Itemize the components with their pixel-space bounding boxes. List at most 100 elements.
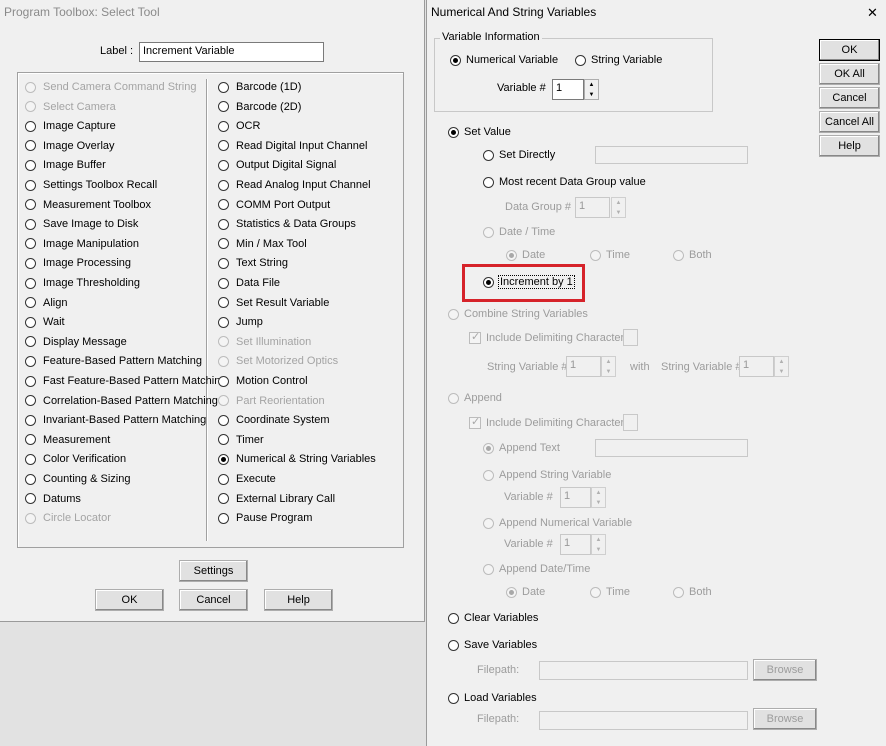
ok-button[interactable]: OK (95, 589, 164, 611)
tool-item[interactable]: Motion Control (218, 375, 308, 387)
clear-variables-radio[interactable]: Clear Variables (448, 610, 538, 626)
label-input[interactable]: Increment Variable (139, 42, 324, 62)
tool-item[interactable]: Display Message (25, 336, 127, 348)
tool-item[interactable]: Wait (25, 316, 65, 328)
tool-item[interactable]: Part Reorientation (218, 395, 325, 407)
tool-item[interactable]: Align (25, 297, 67, 309)
tool-item[interactable]: Timer (218, 434, 264, 446)
append-sv-num-spinner[interactable]: ▲ ▼ (591, 487, 606, 508)
append-include-delim-checkbox[interactable]: Include Delimiting Character (469, 415, 624, 431)
tool-item[interactable]: Image Capture (25, 120, 116, 132)
combine-string-radio[interactable]: Combine String Variables (448, 306, 588, 322)
increment-by-1-radio[interactable]: Increment by 1 (483, 274, 575, 290)
tool-item[interactable]: Settings Toolbox Recall (25, 179, 157, 191)
tool-item[interactable]: Save Image to Disk (25, 218, 138, 230)
tool-item[interactable]: Output Digital Signal (218, 159, 336, 171)
spin-up-icon[interactable]: ▲ (592, 488, 605, 498)
cancel-button[interactable]: Cancel (179, 589, 248, 611)
spin-up-icon[interactable]: ▲ (585, 80, 598, 90)
save-browse-button[interactable]: Browse (753, 659, 817, 681)
tool-item[interactable]: Pause Program (218, 512, 312, 524)
data-group-spinner[interactable]: ▲ ▼ (611, 197, 626, 218)
append-date-radio[interactable]: Date (506, 584, 545, 600)
tool-item[interactable]: OCR (218, 120, 260, 132)
tool-item[interactable]: Jump (218, 316, 263, 328)
tool-item[interactable]: Coordinate System (218, 414, 330, 426)
spin-up-icon[interactable]: ▲ (612, 198, 625, 208)
load-browse-button[interactable]: Browse (753, 708, 817, 730)
string-variable-radio[interactable]: String Variable (575, 52, 662, 68)
time-radio[interactable]: Time (590, 247, 630, 263)
spin-down-icon[interactable]: ▼ (775, 367, 788, 377)
tool-item[interactable]: Set Result Variable (218, 297, 329, 309)
append-both-radio[interactable]: Both (673, 584, 712, 600)
ok-all-button[interactable]: OK All (819, 63, 880, 85)
tool-item[interactable]: Min / Max Tool (218, 238, 307, 250)
string-var-spinner-b[interactable]: ▲ ▼ (774, 356, 789, 377)
tool-item[interactable]: Send Camera Command String (25, 81, 196, 93)
spin-up-icon[interactable]: ▲ (775, 357, 788, 367)
tool-item[interactable]: Select Camera (25, 101, 116, 113)
tool-item[interactable]: Data File (218, 277, 280, 289)
tool-item[interactable]: Image Buffer (25, 159, 106, 171)
tool-item[interactable]: Numerical & String Variables (218, 453, 376, 465)
tool-item[interactable]: Invariant-Based Pattern Matching (25, 414, 206, 426)
variable-num-field[interactable]: 1 (552, 79, 584, 100)
append-radio[interactable]: Append (448, 390, 502, 406)
append-date-time-radio[interactable]: Append Date/Time (483, 561, 590, 577)
tool-item[interactable]: Execute (218, 473, 276, 485)
tool-item[interactable]: Image Processing (25, 257, 131, 269)
tool-item[interactable]: Set Illumination (218, 336, 311, 348)
spin-down-icon[interactable]: ▼ (585, 90, 598, 100)
tool-item[interactable]: Image Thresholding (25, 277, 140, 289)
append-text-radio[interactable]: Append Text (483, 440, 560, 456)
string-var-field-b[interactable]: 1 (739, 356, 774, 377)
date-radio[interactable]: Date (506, 247, 545, 263)
tool-item[interactable]: Read Digital Input Channel (218, 140, 367, 152)
string-var-spinner-a[interactable]: ▲ ▼ (601, 356, 616, 377)
append-nv-num-field[interactable]: 1 (560, 534, 591, 555)
set-value-radio[interactable]: Set Value (448, 124, 511, 140)
tool-item[interactable]: Datums (25, 493, 81, 505)
tool-item[interactable]: Measurement (25, 434, 110, 446)
combine-delim-field[interactable] (623, 329, 638, 346)
append-sv-num-field[interactable]: 1 (560, 487, 591, 508)
append-time-radio[interactable]: Time (590, 584, 630, 600)
spin-down-icon[interactable]: ▼ (602, 367, 615, 377)
tool-item[interactable]: Feature-Based Pattern Matching (25, 355, 202, 367)
load-variables-radio[interactable]: Load Variables (448, 690, 537, 706)
ok-button[interactable]: OK (819, 39, 880, 61)
load-filepath-field[interactable] (539, 711, 748, 730)
tool-item[interactable]: Circle Locator (25, 512, 111, 524)
spin-up-icon[interactable]: ▲ (592, 535, 605, 545)
close-icon[interactable]: ✕ (867, 5, 878, 21)
combine-include-delim-checkbox[interactable]: Include Delimiting Character (469, 330, 624, 346)
set-directly-field[interactable] (595, 146, 748, 164)
save-filepath-field[interactable] (539, 661, 748, 680)
tool-item[interactable]: Image Overlay (25, 140, 115, 152)
save-variables-radio[interactable]: Save Variables (448, 637, 537, 653)
tool-item[interactable]: Barcode (2D) (218, 101, 301, 113)
spin-up-icon[interactable]: ▲ (602, 357, 615, 367)
append-nv-num-spinner[interactable]: ▲ ▼ (591, 534, 606, 555)
help-button[interactable]: Help (264, 589, 333, 611)
tool-item[interactable]: Text String (218, 257, 288, 269)
tool-item[interactable]: COMM Port Output (218, 199, 330, 211)
data-group-field[interactable]: 1 (575, 197, 610, 218)
spin-down-icon[interactable]: ▼ (592, 545, 605, 555)
tool-item[interactable]: Image Manipulation (25, 238, 139, 250)
settings-button[interactable]: Settings (179, 560, 248, 582)
string-var-field-a[interactable]: 1 (566, 356, 601, 377)
spin-down-icon[interactable]: ▼ (592, 498, 605, 508)
tool-item[interactable]: Color Verification (25, 453, 126, 465)
append-numerical-variable-radio[interactable]: Append Numerical Variable (483, 515, 632, 531)
spin-down-icon[interactable]: ▼ (612, 208, 625, 218)
tool-item[interactable]: Read Analog Input Channel (218, 179, 371, 191)
append-delim-field[interactable] (623, 414, 638, 431)
set-directly-radio[interactable]: Set Directly (483, 147, 555, 163)
cancel-all-button[interactable]: Cancel All (819, 111, 880, 133)
variable-num-spinner[interactable]: ▲ ▼ (584, 79, 599, 100)
numerical-variable-radio[interactable]: Numerical Variable (450, 52, 558, 68)
tool-item[interactable]: Barcode (1D) (218, 81, 301, 93)
tool-item[interactable]: External Library Call (218, 493, 335, 505)
